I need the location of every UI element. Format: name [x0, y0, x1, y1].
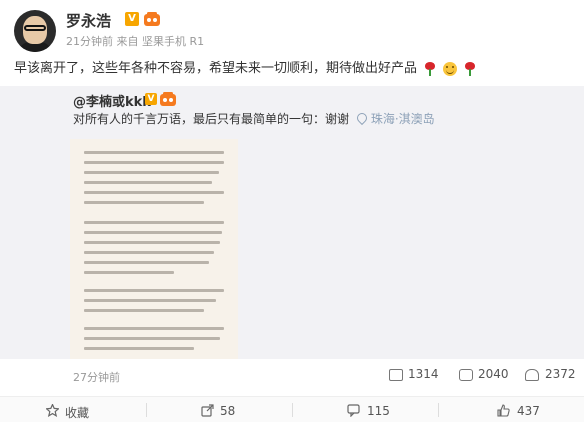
location-link[interactable]: 珠海·淇澳岛 — [354, 110, 435, 126]
smiley-icon — [443, 61, 458, 76]
image-text-line — [84, 151, 224, 154]
image-text-line — [84, 181, 212, 184]
image-text-line — [84, 251, 214, 254]
image-text-line — [84, 299, 216, 302]
comment-button-count: 115 — [367, 404, 390, 418]
reposted-content: @李楠或kkk V 对所有人的千言万语，最后只有最简单的一句：谢谢 珠海·淇澳岛 — [0, 86, 584, 359]
image-text-line — [84, 271, 174, 274]
repost-image[interactable] — [70, 139, 238, 359]
image-text-line — [84, 161, 224, 164]
image-text-line — [84, 221, 224, 224]
comment-icon — [459, 369, 473, 381]
image-text-line — [84, 231, 222, 234]
share-icon — [389, 369, 403, 381]
rose-icon — [464, 61, 476, 76]
image-text-line — [84, 261, 209, 264]
member-icon — [160, 92, 176, 106]
member-icon — [144, 12, 160, 26]
post-text-body: 早该离开了，这些年各种不容易，希望未来一切顺利，期待做出好产品 — [14, 61, 418, 76]
repost-time[interactable]: 27分钟前 — [73, 369, 120, 385]
v-icon: V — [145, 93, 157, 105]
image-text-line — [84, 327, 224, 330]
post-meta: 21分钟前 来自 坚果手机 R1 — [66, 35, 205, 48]
post-username[interactable]: 罗永浩 — [66, 10, 111, 31]
like-count-value: 2372 — [545, 367, 576, 381]
comment-icon — [347, 404, 360, 417]
repost-count-value: 1314 — [408, 367, 439, 381]
image-text-line — [84, 289, 224, 292]
image-text-line — [84, 337, 220, 340]
comment-count-value: 2040 — [478, 367, 509, 381]
like-button-count: 437 — [517, 404, 540, 418]
star-icon — [46, 404, 59, 417]
divider — [146, 403, 147, 417]
repost-text-body: 对所有人的千言万语，最后只有最简单的一句：谢谢 — [73, 112, 350, 126]
favorite-label: 收藏 — [65, 406, 90, 420]
rose-icon — [424, 61, 436, 76]
like-icon — [497, 404, 510, 417]
location-label[interactable]: 珠海·淇澳岛 — [371, 112, 435, 126]
share-icon — [201, 404, 214, 417]
repost-button-count: 58 — [220, 404, 236, 418]
repost-text: 对所有人的千言万语，最后只有最简单的一句：谢谢 珠海·淇澳岛 — [73, 110, 435, 127]
divider — [292, 403, 293, 417]
image-text-line — [84, 191, 224, 194]
v-icon: V — [125, 12, 139, 26]
like-icon — [525, 369, 539, 381]
avatar[interactable] — [14, 10, 56, 52]
repost-username-link[interactable]: @李楠或kkk — [73, 95, 151, 110]
avatar-glasses — [24, 25, 46, 31]
repost-username[interactable]: @李楠或kkk — [73, 91, 151, 110]
weibo-post-card: 罗永浩 V 21分钟前 来自 坚果手机 R1 早该离开了，这些年各种不容易，希望… — [0, 0, 584, 422]
location-pin-icon — [354, 110, 369, 126]
image-text-line — [84, 201, 204, 204]
image-text-line — [84, 309, 204, 312]
divider — [438, 403, 439, 417]
post-text: 早该离开了，这些年各种不容易，希望未来一切顺利，期待做出好产品 — [14, 57, 476, 76]
image-text-line — [84, 241, 220, 244]
image-text-line — [84, 347, 194, 350]
image-text-line — [84, 171, 219, 174]
